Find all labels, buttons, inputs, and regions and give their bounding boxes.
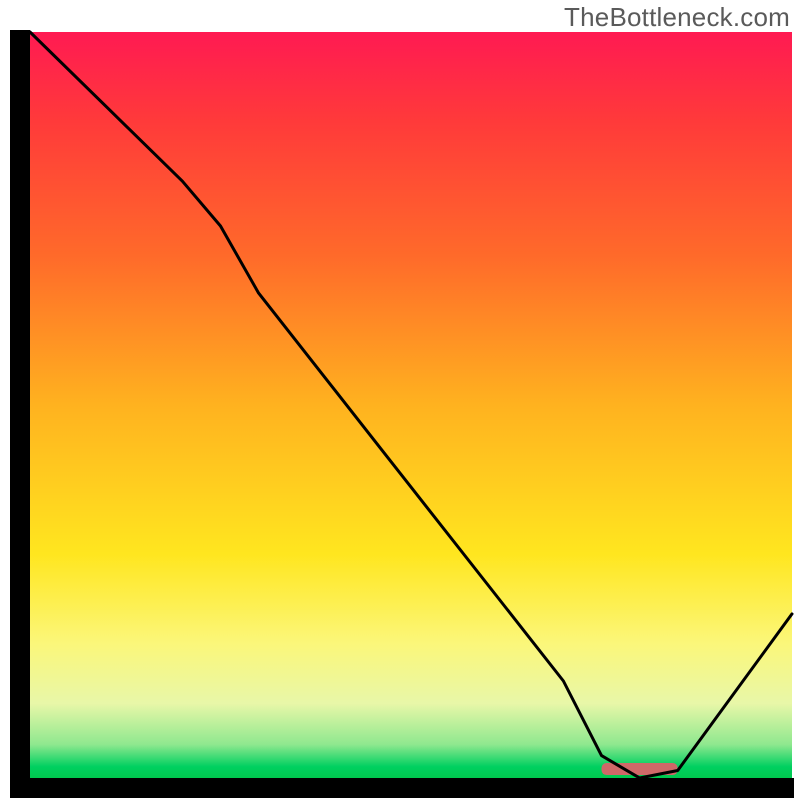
bottleneck-chart	[0, 0, 800, 800]
chart-frame: TheBottleneck.com	[0, 0, 800, 800]
x-axis	[10, 778, 794, 798]
y-axis	[10, 30, 30, 798]
attribution-text: TheBottleneck.com	[564, 2, 790, 33]
